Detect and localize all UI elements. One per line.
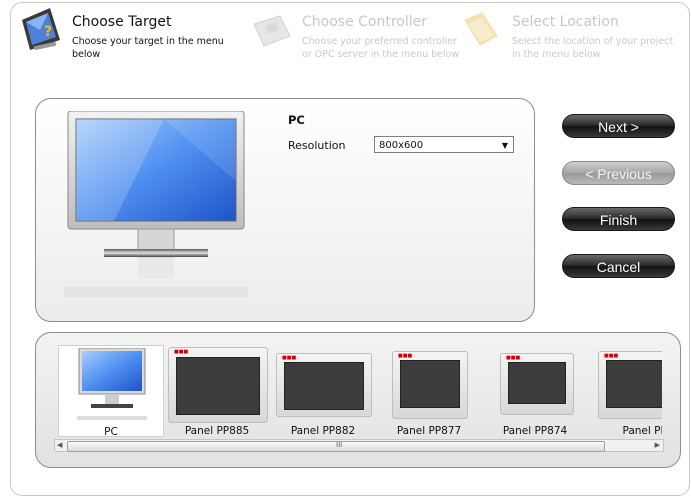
- folder-icon: [464, 12, 498, 46]
- target-label: Panel PP8: [622, 425, 662, 437]
- scroll-right-icon[interactable]: ▶: [655, 440, 660, 451]
- target-label: PC: [104, 426, 118, 437]
- step-desc-line: in the menu below: [512, 49, 601, 60]
- target-tile-pc[interactable]: PC: [58, 345, 164, 437]
- abb-logo-icon: ■■■: [282, 355, 297, 361]
- target-label: Panel PP885: [184, 425, 250, 437]
- target-tile-pp882[interactable]: ■■■ Panel PP882: [270, 345, 376, 437]
- target-tile-pp885[interactable]: ■■■ Panel PP885: [164, 345, 270, 437]
- finish-button[interactable]: Finish: [562, 207, 675, 231]
- pc-thumb-icon: [77, 348, 147, 420]
- target-monitor-icon: ?: [22, 8, 60, 50]
- step-description: Choose your preferred controller or OPC …: [302, 35, 459, 61]
- step-desc-line: or OPC server in the menu below: [302, 49, 460, 60]
- svg-text:?: ?: [44, 24, 52, 40]
- controller-icon: [253, 15, 291, 47]
- device-name: PC: [288, 113, 305, 127]
- panel-screen: [606, 360, 662, 408]
- cancel-button[interactable]: Cancel: [562, 254, 675, 278]
- panel-screen: [176, 357, 260, 415]
- previous-button[interactable]: < Previous: [562, 161, 675, 185]
- panel-screen: [284, 362, 364, 410]
- panel-screen: [508, 362, 566, 404]
- step-desc-line: Choose your target in the menu: [72, 36, 224, 47]
- target-tile-pp877[interactable]: ■■■ Panel PP877: [376, 345, 482, 437]
- horizontal-scrollbar[interactable]: ◀ III ▶: [54, 439, 664, 452]
- scrollbar-thumb[interactable]: III: [67, 441, 605, 452]
- chevron-down-icon: ▼: [501, 141, 508, 150]
- step-title: Select Location: [512, 14, 619, 30]
- step-title: Choose Controller: [302, 14, 428, 30]
- resolution-value: 800x600: [379, 140, 424, 151]
- scroll-left-icon[interactable]: ◀: [57, 440, 62, 451]
- abb-logo-icon: ■■■: [174, 349, 189, 355]
- target-label: Panel PP877: [396, 425, 462, 437]
- abb-logo-icon: ■■■: [604, 353, 619, 359]
- step-description: Choose your target in the menu below: [72, 35, 224, 61]
- resolution-dropdown[interactable]: 800x600 ▼: [374, 136, 514, 153]
- target-gallery: PC ■■■ Panel PP885 ■■■ Panel PP882 ■■■ P…: [35, 332, 681, 468]
- abb-logo-icon: ■■■: [398, 353, 413, 359]
- target-label: Panel PP882: [290, 425, 356, 437]
- scrollbar-grip: III: [336, 441, 343, 449]
- step-title: Choose Target: [72, 14, 172, 30]
- next-button[interactable]: Next >: [562, 114, 675, 138]
- step-desc-line: Select the location of your project: [512, 36, 674, 47]
- step-description: Select the location of your project in t…: [512, 35, 673, 61]
- resolution-label: Resolution: [288, 139, 346, 152]
- target-strip: PC ■■■ Panel PP885 ■■■ Panel PP882 ■■■ P…: [58, 345, 662, 437]
- step-desc-line: Choose your preferred controller: [302, 36, 457, 47]
- target-preview-panel: PC Resolution 800x600 ▼: [35, 98, 535, 322]
- target-label: Panel PP874: [502, 425, 568, 437]
- target-tile-pp8[interactable]: ■■■ Panel PP8: [588, 345, 662, 437]
- abb-logo-icon: ■■■: [506, 355, 521, 361]
- target-tile-pp874[interactable]: ■■■ Panel PP874: [482, 345, 588, 437]
- step-desc-line: below: [72, 49, 101, 60]
- panel-screen: [400, 360, 460, 408]
- pc-monitor-image: [64, 111, 248, 297]
